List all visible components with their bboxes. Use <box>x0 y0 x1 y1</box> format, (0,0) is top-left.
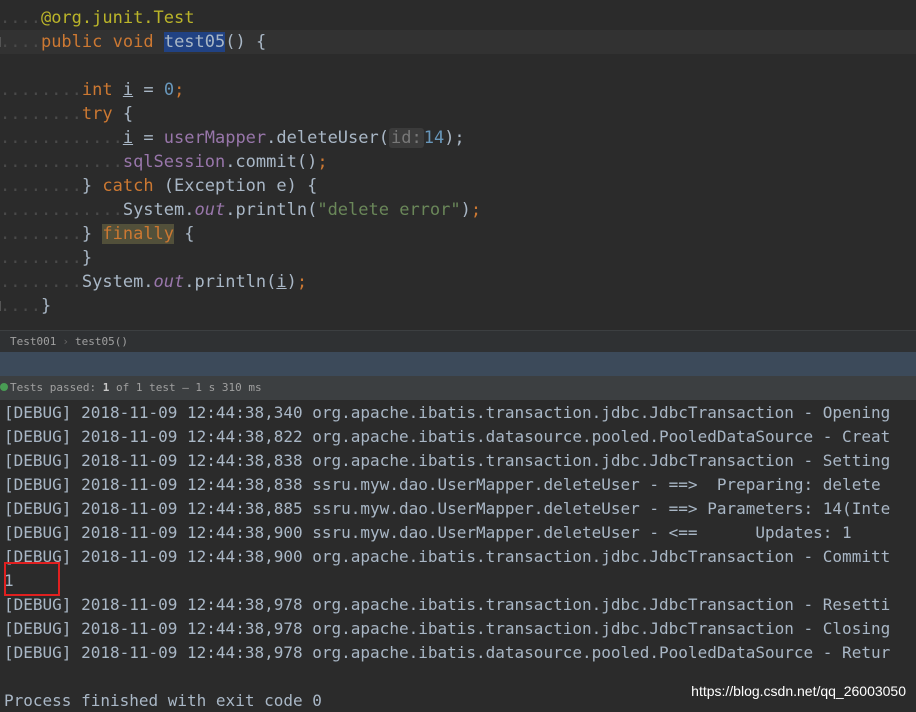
keyword-try: try <box>81 104 113 124</box>
fold-marker-icon[interactable] <box>0 37 6 47</box>
code-line-10[interactable]: ........} finally { <box>0 222 916 246</box>
semicolon: ; <box>174 80 185 100</box>
code-text: .println( <box>184 272 277 292</box>
console-line: [DEBUG] 2018-11-09 12:44:38,900 org.apac… <box>4 547 891 566</box>
code-text: (Exception e) { <box>153 176 318 196</box>
code-text: } <box>81 176 103 196</box>
console-line: [DEBUG] 2018-11-09 12:44:38,900 ssru.myw… <box>4 523 852 542</box>
semicolon: ; <box>296 272 308 292</box>
variable-i: i <box>276 272 287 292</box>
code-text: { <box>174 224 195 244</box>
annotation-text: @org.junit.Test <box>40 8 195 28</box>
code-text: ); <box>444 128 465 148</box>
code-line-5[interactable]: ........try { <box>0 102 916 126</box>
console-line-exit: Process finished with exit code 0 <box>4 691 322 710</box>
breadcrumb: Test001 › test05() <box>0 330 916 353</box>
code-text: () { <box>225 32 267 52</box>
breadcrumb-separator-icon: › <box>62 335 69 348</box>
console-line: [DEBUG] 2018-11-09 12:44:38,822 org.apac… <box>4 427 891 446</box>
console-line: [DEBUG] 2018-11-09 12:44:38,978 org.apac… <box>4 643 891 662</box>
code-text: } <box>81 224 103 244</box>
code-text: } <box>81 248 93 268</box>
console-line: [DEBUG] 2018-11-09 12:44:38,838 ssru.myw… <box>4 475 881 494</box>
code-text: = <box>133 80 164 100</box>
number-literal: 0 <box>163 80 175 100</box>
code-editor[interactable]: ....@org.junit.Test ....public void test… <box>0 0 916 330</box>
code-text: { <box>112 104 134 124</box>
code-line-13[interactable]: ....} <box>0 294 916 318</box>
code-line-2[interactable]: ....public void test05() { <box>0 30 916 54</box>
keyword-catch: catch <box>102 176 154 196</box>
fold-marker-icon[interactable] <box>0 301 6 311</box>
keyword-finally: finally <box>102 224 175 244</box>
panel-divider[interactable] <box>0 352 916 376</box>
test-status-bar: Tests passed: 1 of 1 test – 1 s 310 ms <box>0 376 916 400</box>
semicolon: ; <box>317 152 328 172</box>
parameter-hint: id: <box>388 128 424 148</box>
code-line-11[interactable]: ........} <box>0 246 916 270</box>
code-line-12[interactable]: ........System.out.println(i); <box>0 270 916 294</box>
console-line: [DEBUG] 2018-11-09 12:44:38,978 org.apac… <box>4 619 891 638</box>
code-text: System. <box>81 272 154 292</box>
code-text: .commit() <box>225 152 318 172</box>
code-text: ) <box>286 272 297 292</box>
code-line-7[interactable]: ............sqlSession.commit(); <box>0 150 916 174</box>
code-text: System. <box>122 200 195 220</box>
highlight-box <box>4 562 60 596</box>
code-text: = <box>133 128 164 148</box>
code-text: ) <box>460 200 471 220</box>
code-line-6[interactable]: ............i = userMapper.deleteUser(id… <box>0 126 916 150</box>
watermark-text: https://blog.csdn.net/qq_26003050 <box>691 683 906 699</box>
console-line: [DEBUG] 2018-11-09 12:44:38,885 ssru.myw… <box>4 499 891 518</box>
code-text: .deleteUser( <box>266 128 389 148</box>
field-usermapper: userMapper <box>163 128 267 148</box>
string-literal: "delete error" <box>317 200 461 220</box>
code-line-9[interactable]: ............System.out.println("delete e… <box>0 198 916 222</box>
console-output[interactable]: [DEBUG] 2018-11-09 12:44:38,340 org.apac… <box>0 400 916 712</box>
code-text: .println( <box>225 200 318 220</box>
field-sqlsession: sqlSession <box>122 152 226 172</box>
breadcrumb-method[interactable]: test05() <box>75 335 128 348</box>
console-line: [DEBUG] 2018-11-09 12:44:38,340 org.apac… <box>4 403 891 422</box>
keyword-public: public <box>40 32 103 52</box>
breadcrumb-class[interactable]: Test001 <box>10 335 56 348</box>
number-literal: 14 <box>423 128 445 148</box>
console-line: [DEBUG] 2018-11-09 12:44:38,978 org.apac… <box>4 595 891 614</box>
keyword-int: int <box>81 80 113 100</box>
code-line-4[interactable]: ........int i = 0; <box>0 78 916 102</box>
keyword-void: void <box>112 32 154 52</box>
code-line-8[interactable]: ........} catch (Exception e) { <box>0 174 916 198</box>
tests-status-text: Tests passed: 1 of 1 test – 1 s 310 ms <box>10 381 262 394</box>
field-out: out <box>153 272 185 292</box>
check-icon <box>0 383 8 391</box>
method-name-selected: test05 <box>163 32 226 52</box>
variable-i: i <box>122 128 134 148</box>
console-line: [DEBUG] 2018-11-09 12:44:38,838 org.apac… <box>4 451 891 470</box>
variable-i: i <box>122 80 134 100</box>
code-text: } <box>40 296 52 316</box>
code-line-3[interactable] <box>0 54 916 78</box>
code-line-1[interactable]: ....@org.junit.Test <box>0 6 916 30</box>
field-out: out <box>194 200 226 220</box>
semicolon: ; <box>470 200 482 220</box>
